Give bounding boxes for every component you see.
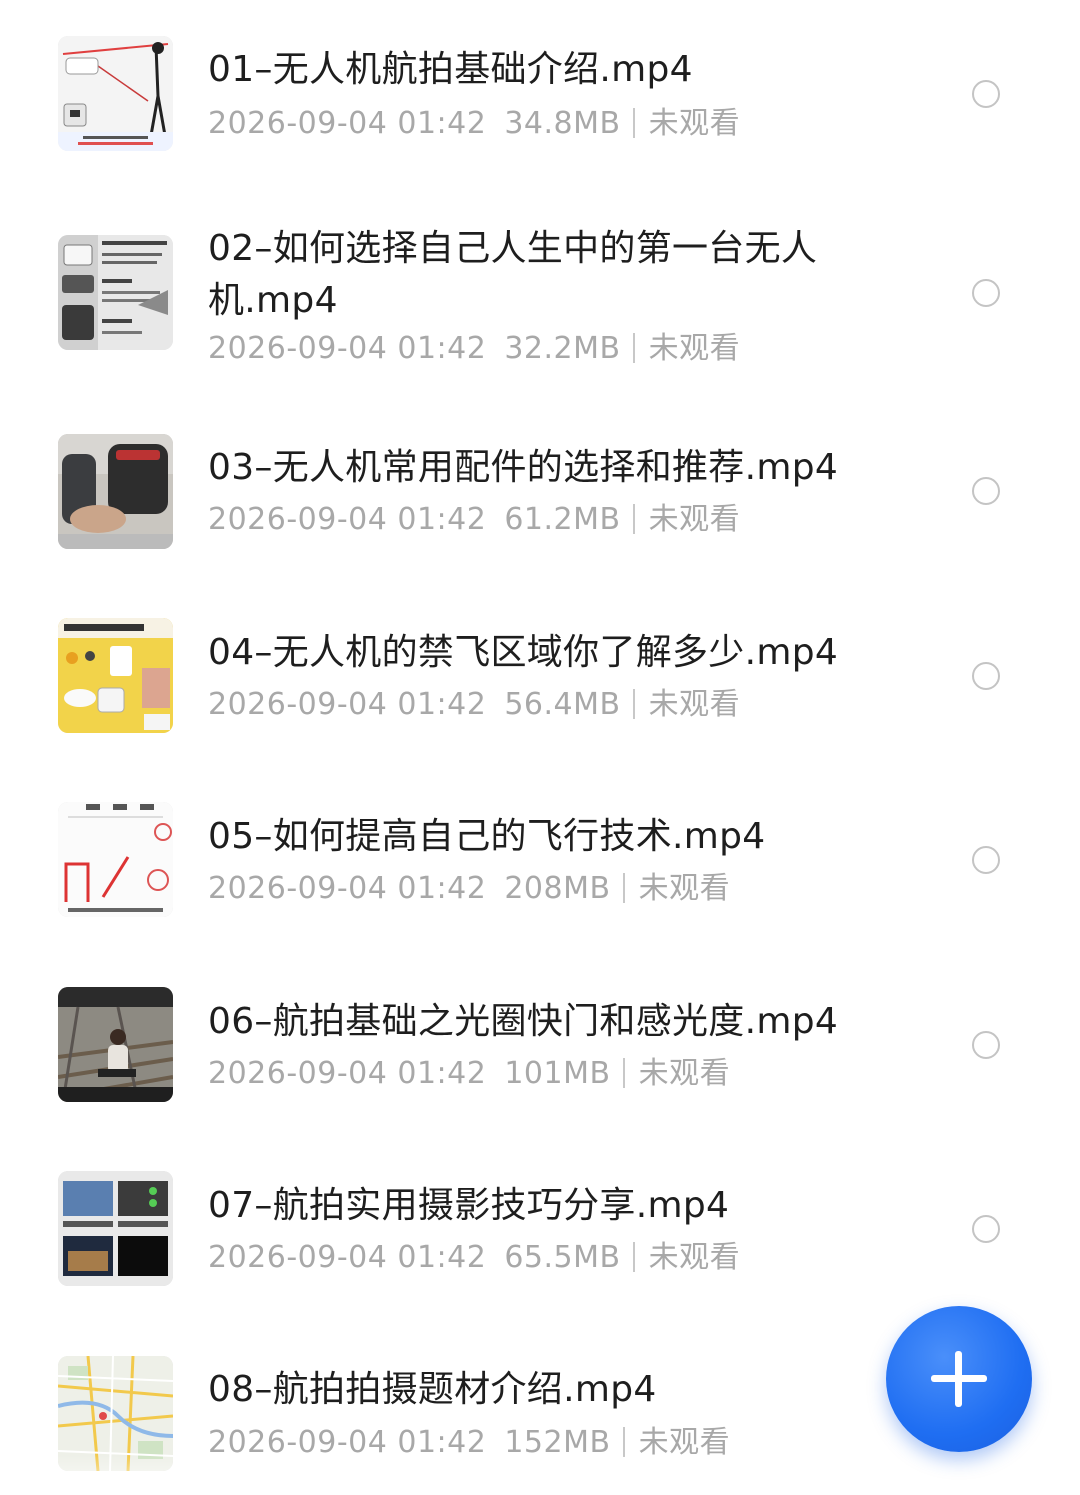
watch-status: 未观看 [638, 871, 731, 906]
select-radio[interactable] [972, 846, 1000, 874]
separator [622, 1427, 625, 1457]
video-date: 2026-09-04 01:42 [208, 1240, 487, 1275]
video-size: 32.2MB [504, 331, 621, 366]
video-title: 01–无人机航拍基础介绍.mp4 [208, 49, 693, 90]
video-date: 2026-09-04 01:42 [208, 1056, 487, 1091]
video-meta: 2026-09-04 01:42 34.8MB 未观看 [208, 104, 740, 144]
video-date: 2026-09-04 01:42 [208, 502, 487, 537]
video-size: 56.4MB [504, 687, 621, 722]
video-size: 101MB [504, 1056, 611, 1091]
video-meta: 2026-09-04 01:42 56.4MB 未观看 [208, 685, 740, 725]
video-meta: 2026-09-04 01:42 65.5MB 未观看 [208, 1238, 740, 1278]
select-radio[interactable] [972, 80, 1000, 108]
video-meta: 2026-09-04 01:42 101MB 未观看 [208, 1054, 730, 1094]
video-meta: 2026-09-04 01:42 32.2MB 未观看 [208, 329, 740, 369]
select-radio[interactable] [972, 477, 1000, 505]
video-thumbnail [58, 987, 173, 1102]
video-title: 06–航拍基础之光圈快门和感光度.mp4 [208, 1001, 839, 1042]
separator [632, 333, 635, 363]
video-date: 2026-09-04 01:42 [208, 687, 487, 722]
separator [632, 689, 635, 719]
separator [632, 504, 635, 534]
video-size: 61.2MB [504, 502, 621, 537]
separator [632, 1242, 635, 1272]
video-size: 208MB [504, 871, 611, 906]
separator [622, 873, 625, 903]
watch-status: 未观看 [648, 502, 741, 537]
video-thumbnail [58, 434, 173, 549]
video-thumbnail [58, 1356, 173, 1471]
video-title: 03–无人机常用配件的选择和推荐.mp4 [208, 447, 839, 488]
watch-status: 未观看 [648, 331, 741, 366]
watch-status: 未观看 [648, 106, 741, 141]
video-size: 65.5MB [504, 1240, 621, 1275]
video-date: 2026-09-04 01:42 [208, 331, 487, 366]
select-radio[interactable] [972, 662, 1000, 690]
select-radio[interactable] [972, 1215, 1000, 1243]
watch-status: 未观看 [648, 687, 741, 722]
video-title: 04–无人机的禁飞区域你了解多少.mp4 [208, 632, 839, 673]
video-meta: 2026-09-04 01:42 208MB 未观看 [208, 869, 730, 909]
separator [622, 1058, 625, 1088]
bottom-fade [0, 1455, 1080, 1495]
video-title: 05–如何提高自己的飞行技术.mp4 [208, 816, 766, 857]
video-title: 08–航拍拍摄题材介绍.mp4 [208, 1369, 657, 1410]
video-meta: 2026-09-04 01:42 61.2MB 未观看 [208, 500, 740, 540]
add-button[interactable] [886, 1306, 1032, 1452]
video-size: 34.8MB [504, 106, 621, 141]
video-title: 07–航拍实用摄影技巧分享.mp4 [208, 1185, 730, 1226]
separator [632, 108, 635, 138]
video-title: 02–如何选择自己人生中的第一台无人机.mp4 [208, 228, 818, 321]
video-thumbnail [58, 1171, 173, 1286]
video-thumbnail [58, 235, 173, 350]
video-date: 2026-09-04 01:42 [208, 871, 487, 906]
select-radio[interactable] [972, 1031, 1000, 1059]
video-thumbnail [58, 802, 173, 917]
video-thumbnail [58, 618, 173, 733]
watch-status: 未观看 [638, 1056, 731, 1091]
video-thumbnail [58, 36, 173, 151]
video-date: 2026-09-04 01:42 [208, 106, 487, 141]
watch-status: 未观看 [648, 1240, 741, 1275]
select-radio[interactable] [972, 279, 1000, 307]
